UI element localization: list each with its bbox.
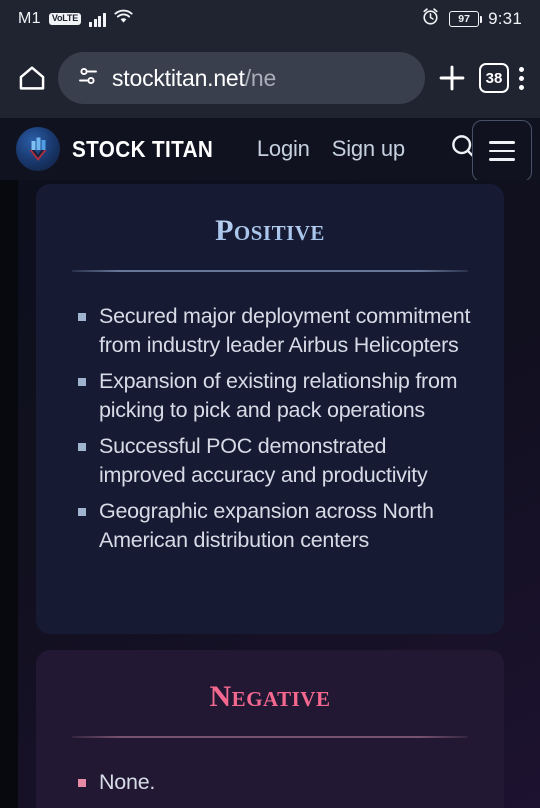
positive-divider	[72, 270, 468, 272]
signal-bars-icon	[89, 12, 106, 27]
hamburger-menu-icon[interactable]	[472, 120, 532, 182]
volte-badge: VoLTE	[48, 13, 81, 25]
signup-link[interactable]: Sign up	[332, 136, 405, 162]
list-item: Successful POC demonstrated improved acc…	[72, 432, 474, 490]
three-dot-menu-icon[interactable]	[519, 66, 524, 90]
status-bar-left: M1 VoLTE	[18, 9, 133, 29]
negative-divider	[72, 736, 468, 738]
status-bar-right: 97 9:31	[421, 7, 522, 31]
battery-indicator: 97	[449, 11, 483, 27]
header-nav: Login Sign up	[257, 132, 479, 167]
negative-list: None.	[72, 768, 474, 797]
negative-card: Negative None.	[36, 650, 504, 808]
alarm-clock-icon	[421, 7, 440, 31]
plus-icon[interactable]	[435, 61, 469, 95]
brand-name: STOCK TITAN	[72, 135, 214, 162]
url-bar[interactable]: stocktitan.net/ne	[58, 52, 425, 104]
status-bar: M1 VoLTE 97 9:31	[0, 0, 540, 38]
positive-list: Secured major deployment commitment from…	[72, 302, 474, 555]
url-text[interactable]: stocktitan.net/ne	[112, 65, 276, 92]
home-icon[interactable]	[16, 62, 48, 94]
phone-screen: M1 VoLTE 97 9:31 stocktitan.net/ne 38 ST…	[0, 0, 540, 808]
page-content: Positive Secured major deployment commit…	[0, 180, 540, 808]
positive-card: Positive Secured major deployment commit…	[36, 184, 504, 634]
stock-titan-logo-icon	[16, 127, 60, 171]
wifi-icon	[113, 9, 133, 29]
list-item: Expansion of existing relationship from …	[72, 367, 474, 425]
browser-toolbar: stocktitan.net/ne 38	[0, 38, 540, 118]
positive-title: Positive	[36, 184, 504, 248]
url-path: /ne	[244, 64, 277, 91]
list-item: Secured major deployment commitment from…	[72, 302, 474, 360]
login-link[interactable]: Login	[257, 136, 310, 162]
negative-title: Negative	[209, 680, 331, 713]
site-header: STOCK TITAN Login Sign up	[0, 118, 540, 182]
tab-count-button[interactable]: 38	[479, 63, 509, 93]
clock-label: 9:31	[488, 9, 522, 28]
site-logo-link[interactable]: STOCK TITAN	[16, 127, 229, 171]
carrier-label: M1	[18, 10, 41, 27]
url-domain: stocktitan.net	[112, 64, 245, 91]
page-settings-icon[interactable]	[76, 64, 100, 93]
list-item: None.	[72, 768, 474, 797]
list-item: Geographic expansion across North Americ…	[72, 497, 474, 555]
